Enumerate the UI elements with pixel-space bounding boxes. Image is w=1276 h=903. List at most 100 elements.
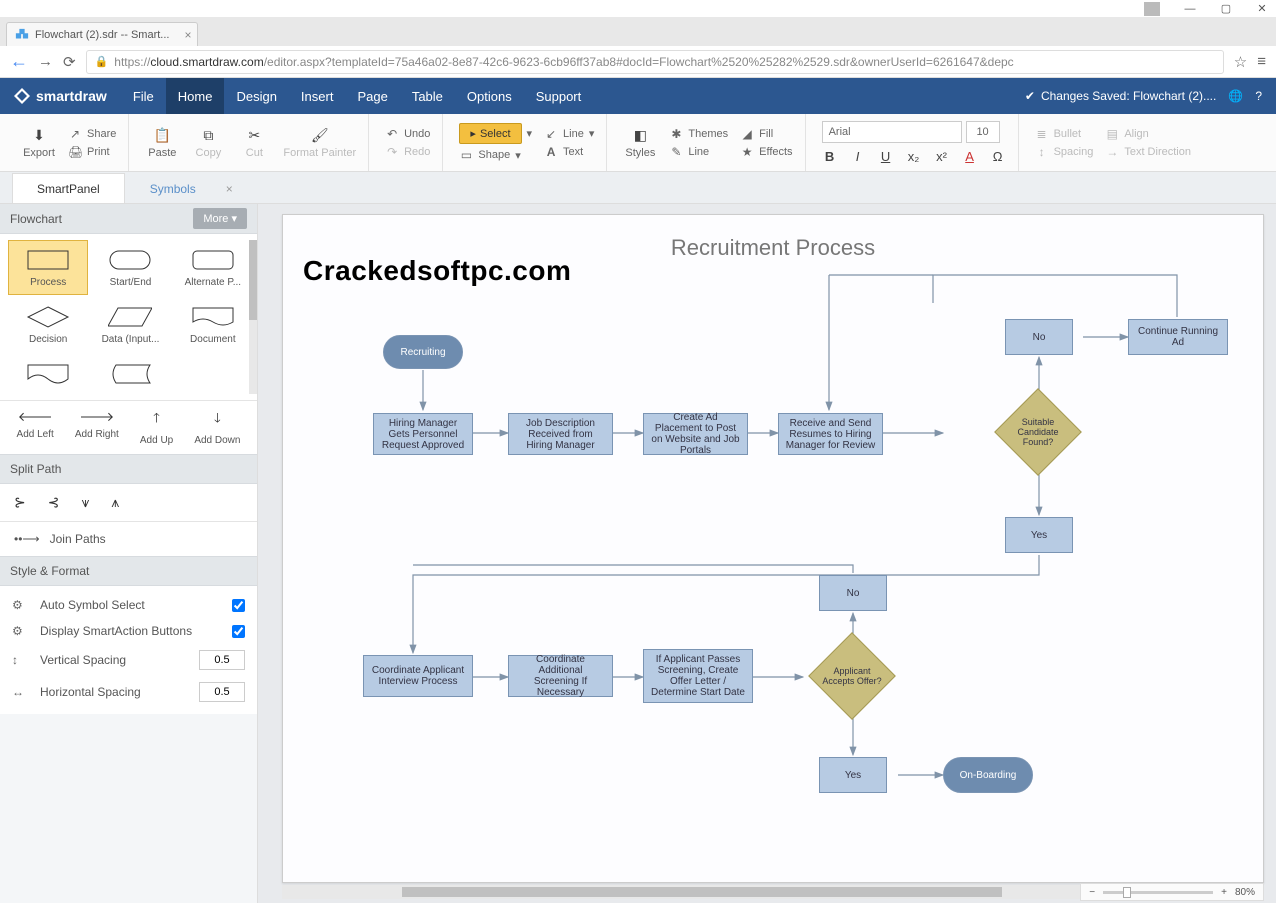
split-left-icon[interactable]: ⊰ xyxy=(48,494,60,511)
superscript-button[interactable]: x² xyxy=(934,149,950,164)
line-tool[interactable]: ↙Line ▾ xyxy=(544,127,594,141)
split-down-icon[interactable]: ⩛ xyxy=(81,494,89,511)
font-name-select[interactable]: Arial xyxy=(822,121,962,143)
close-icon[interactable]: × xyxy=(226,182,233,196)
zoom-out-icon[interactable]: − xyxy=(1089,887,1095,898)
menu-design[interactable]: Design xyxy=(224,78,288,114)
fill-button[interactable]: ◢Fill xyxy=(740,127,792,141)
node-no-1[interactable]: No xyxy=(1005,319,1073,355)
menu-insert[interactable]: Insert xyxy=(289,78,346,114)
node-receive[interactable]: Receive and Send Resumes to Hiring Manag… xyxy=(778,413,883,455)
node-continue-ad[interactable]: Continue Running Ad xyxy=(1128,319,1228,355)
format-painter-button[interactable]: 🖌Format Painter xyxy=(283,127,356,159)
node-accepts-offer[interactable]: Applicant Accepts Offer? xyxy=(808,632,896,720)
shape-decision[interactable]: Decision xyxy=(8,297,88,352)
italic-button[interactable]: I xyxy=(850,149,866,164)
join-paths-button[interactable]: ••⟶Join Paths xyxy=(0,521,257,556)
font-size-input[interactable]: 10 xyxy=(966,121,1000,143)
browser-menu-icon[interactable]: ≡ xyxy=(1257,53,1266,70)
bold-button[interactable]: B xyxy=(822,149,838,164)
hspacing-input[interactable] xyxy=(199,682,245,702)
shape-process[interactable]: Process xyxy=(8,240,88,295)
node-if-passes[interactable]: If Applicant Passes Screening, Create Of… xyxy=(643,649,753,703)
align-button[interactable]: ▤Align xyxy=(1105,127,1191,141)
add-down-button[interactable]: 🡓Add Down xyxy=(194,409,240,446)
node-yes-2[interactable]: Yes xyxy=(819,757,887,793)
node-coord-screening[interactable]: Coordinate Additional Screening If Neces… xyxy=(508,655,613,697)
underline-button[interactable]: U xyxy=(878,149,894,164)
themes-button[interactable]: ✱Themes xyxy=(669,127,728,141)
bookmark-icon[interactable]: ☆ xyxy=(1234,53,1247,71)
help-icon[interactable]: ? xyxy=(1255,89,1262,103)
more-button[interactable]: More ▾ xyxy=(193,208,247,229)
zoom-slider[interactable] xyxy=(1103,891,1213,894)
undo-button[interactable]: ↶Undo xyxy=(385,127,430,141)
auto-symbol-checkbox[interactable] xyxy=(232,599,245,612)
close-window-button[interactable]: ✕ xyxy=(1256,3,1268,15)
line-style-button[interactable]: ✎Line xyxy=(669,145,728,159)
node-recruiting[interactable]: Recruiting xyxy=(383,335,463,369)
subscript-button[interactable]: x₂ xyxy=(906,149,922,164)
tab-close-icon[interactable]: × xyxy=(184,28,191,42)
forward-button[interactable]: → xyxy=(38,53,53,70)
styles-button[interactable]: ◧Styles xyxy=(623,127,657,159)
zoom-in-icon[interactable]: + xyxy=(1221,887,1227,898)
node-coord-interview[interactable]: Coordinate Applicant Interview Process xyxy=(363,655,473,697)
menu-file[interactable]: File xyxy=(121,78,166,114)
text-tool[interactable]: AText xyxy=(544,145,594,159)
add-left-button[interactable]: 🡐Add Left xyxy=(17,409,54,446)
tab-smartpanel[interactable]: SmartPanel xyxy=(12,173,125,203)
shape-extra-2[interactable] xyxy=(90,354,170,394)
node-suitable-found[interactable]: Suitable Candidate Found? xyxy=(994,388,1082,476)
url-bar[interactable]: 🔒 https://cloud.smartdraw.com/editor.asp… xyxy=(86,50,1224,74)
user-icon[interactable] xyxy=(1144,2,1160,16)
print-button[interactable]: 🖨Print xyxy=(68,145,116,159)
copy-button[interactable]: ⧉Copy xyxy=(191,127,225,159)
spacing-button[interactable]: ↕Spacing xyxy=(1035,145,1094,159)
shape-alternate[interactable]: Alternate P... xyxy=(173,240,253,295)
symbol-button[interactable]: Ω xyxy=(990,149,1006,164)
vspacing-input[interactable] xyxy=(199,650,245,670)
zoom-control[interactable]: − + 80% xyxy=(1080,883,1264,901)
select-tool[interactable]: ▸ Select▾ xyxy=(459,123,532,144)
text-direction-button[interactable]: →Text Direction xyxy=(1105,145,1191,159)
browser-tab[interactable]: Flowchart (2).sdr -- Smart... × xyxy=(6,22,198,46)
brand[interactable]: smartdraw xyxy=(0,78,121,114)
menu-options[interactable]: Options xyxy=(455,78,524,114)
smartaction-checkbox[interactable] xyxy=(232,625,245,638)
menu-table[interactable]: Table xyxy=(400,78,455,114)
add-up-button[interactable]: 🡑Add Up xyxy=(140,409,173,446)
effects-button[interactable]: ★Effects xyxy=(740,145,792,159)
node-no-2[interactable]: No xyxy=(819,575,887,611)
shape-scrollbar[interactable] xyxy=(249,240,257,394)
bullet-button[interactable]: ≣Bullet xyxy=(1035,127,1094,141)
shape-start-end[interactable]: Start/End xyxy=(90,240,170,295)
node-onboarding[interactable]: On-Boarding xyxy=(943,757,1033,793)
reload-button[interactable]: ⟳ xyxy=(63,53,76,71)
export-button[interactable]: ⬇Export xyxy=(22,127,56,159)
menu-page[interactable]: Page xyxy=(345,78,399,114)
minimize-button[interactable]: — xyxy=(1184,3,1196,15)
canvas-page[interactable]: Recruitment Process Crackedsoftpc.com xyxy=(282,214,1264,883)
paste-button[interactable]: 📋Paste xyxy=(145,127,179,159)
shape-document[interactable]: Document xyxy=(173,297,253,352)
add-right-button[interactable]: 🡒Add Right xyxy=(75,409,119,446)
shape-tool[interactable]: ▭Shape ▾ xyxy=(459,148,532,162)
back-button[interactable]: ← xyxy=(10,51,28,72)
node-yes-1[interactable]: Yes xyxy=(1005,517,1073,553)
node-hiring-manager[interactable]: Hiring Manager Gets Personnel Request Ap… xyxy=(373,413,473,455)
node-job-description[interactable]: Job Description Received from Hiring Man… xyxy=(508,413,613,455)
split-right-icon[interactable]: ⊱ xyxy=(14,494,26,511)
shape-extra-1[interactable] xyxy=(8,354,88,394)
maximize-button[interactable]: ▢ xyxy=(1220,3,1232,15)
menu-home[interactable]: Home xyxy=(166,78,225,114)
notifications-icon[interactable]: 🌐 xyxy=(1228,89,1243,103)
tab-symbols[interactable]: Symbols× xyxy=(125,173,258,203)
font-color-button[interactable]: A xyxy=(962,149,978,164)
node-create-ad[interactable]: Create Ad Placement to Post on Website a… xyxy=(643,413,748,455)
shape-data[interactable]: Data (Input... xyxy=(90,297,170,352)
menu-support[interactable]: Support xyxy=(524,78,594,114)
redo-button[interactable]: ↷Redo xyxy=(385,145,430,159)
share-button[interactable]: ↗Share xyxy=(68,127,116,141)
split-up-icon[interactable]: ⩚ xyxy=(111,494,119,511)
